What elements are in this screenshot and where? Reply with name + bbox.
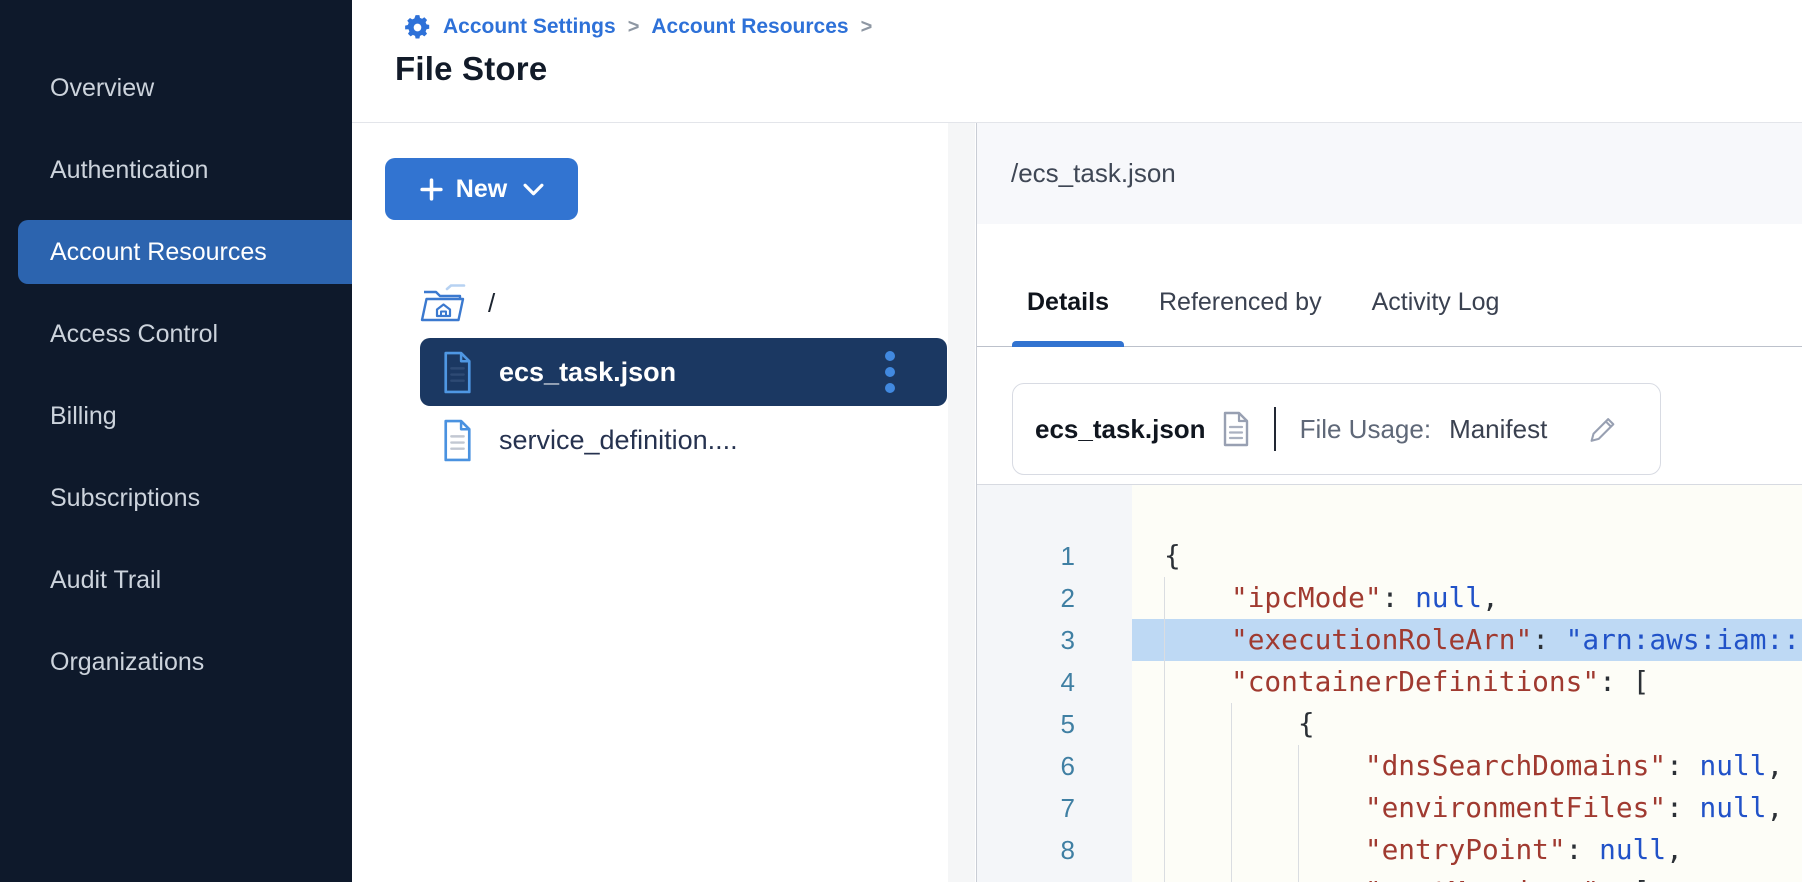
code-line-1[interactable]: { [1132, 535, 1802, 577]
code-line-text: "portMappings": [ [1132, 871, 1649, 882]
file-panel-scrollbar[interactable] [948, 123, 975, 882]
sidebar-item-organizations[interactable]: Organizations [0, 630, 352, 694]
new-button-label: New [456, 175, 507, 204]
line-number: 1 [977, 535, 1132, 577]
line-number: 4 [977, 661, 1132, 703]
indent-guide [1231, 703, 1232, 745]
app-root: OverviewAuthenticationAccount ResourcesA… [0, 0, 1802, 882]
code-line-7[interactable]: "environmentFiles": null, [1132, 787, 1802, 829]
more-vertical-icon[interactable] [881, 347, 899, 397]
breadcrumb-separator: > [861, 16, 873, 39]
file-name: service_definition.... [499, 425, 738, 456]
code-line-5[interactable]: { [1132, 703, 1802, 745]
line-number: 3 [977, 619, 1132, 661]
folder-home-icon [420, 283, 466, 323]
tab-activity-log[interactable]: Activity Log [1357, 258, 1515, 346]
indent-guide [1164, 871, 1165, 882]
code-line-text: "environmentFiles": null, [1132, 787, 1783, 829]
root-folder-label: / [488, 288, 495, 319]
breadcrumb-link-account-resources[interactable]: Account Resources [651, 15, 848, 39]
code-line-text: "entryPoint": null, [1132, 829, 1683, 871]
code-viewer: 123456789 { "ipcMode": null, "executionR… [977, 484, 1802, 882]
file-summary-card: ecs_task.json File Usage: Manifest [1012, 383, 1661, 475]
line-number: 2 [977, 577, 1132, 619]
code-line-text: { [1132, 703, 1315, 745]
new-button[interactable]: New [385, 158, 578, 220]
sidebar-item-access-control[interactable]: Access Control [0, 302, 352, 366]
sidebar-item-audit-trail[interactable]: Audit Trail [0, 548, 352, 612]
root-folder-row[interactable]: / [420, 283, 495, 323]
file-icon [442, 419, 473, 462]
indent-guide [1231, 745, 1232, 787]
vertical-divider [1274, 407, 1276, 451]
code-line-3[interactable]: "executionRoleArn": "arn:aws:iam:: [1132, 619, 1802, 661]
sidebar-item-overview[interactable]: Overview [0, 56, 352, 120]
breadcrumb-link-account-settings[interactable]: Account Settings [443, 15, 616, 39]
page-header: Account Settings > Account Resources > File… [352, 0, 1802, 123]
page-title: File Store [395, 50, 547, 88]
gear-icon [404, 14, 431, 41]
line-number: 6 [977, 745, 1132, 787]
file-row-ecs-task-json[interactable]: ecs_task.json [420, 338, 947, 406]
indent-guide [1231, 829, 1232, 871]
code-line-text: "executionRoleArn": "arn:aws:iam:: [1132, 619, 1800, 661]
sidebar-item-subscriptions[interactable]: Subscriptions [0, 466, 352, 530]
file-icon [442, 351, 473, 394]
indent-guide [1164, 577, 1165, 619]
edit-pencil-icon[interactable] [1585, 412, 1619, 446]
indent-guide [1164, 661, 1165, 703]
line-number: 8 [977, 829, 1132, 871]
indent-guide [1164, 787, 1165, 829]
chevron-down-icon [523, 183, 544, 196]
line-number: 9 [977, 871, 1132, 882]
indent-guide [1164, 745, 1165, 787]
document-icon [1222, 411, 1250, 447]
indent-guide [1164, 703, 1165, 745]
detail-tabs: DetailsReferenced byActivity Log [977, 224, 1802, 347]
code-line-text: "ipcMode": null, [1132, 577, 1499, 619]
tab-referenced-by[interactable]: Referenced by [1144, 258, 1337, 346]
code-line-2[interactable]: "ipcMode": null, [1132, 577, 1802, 619]
indent-guide [1298, 745, 1299, 787]
sidebar-item-billing[interactable]: Billing [0, 384, 352, 448]
code-line-6[interactable]: "dnsSearchDomains": null, [1132, 745, 1802, 787]
file-path-bar: /ecs_task.json [977, 123, 1802, 224]
file-details-panel: /ecs_task.json DetailsReferenced byActiv… [976, 123, 1802, 882]
code-line-text: "containerDefinitions": [ [1132, 661, 1649, 703]
indent-guide [1231, 871, 1232, 882]
indent-guide [1298, 829, 1299, 871]
indent-guide [1164, 619, 1165, 661]
line-number: 7 [977, 787, 1132, 829]
sidebar-nav: Overview Authentication Account Resources A… [0, 0, 352, 882]
code-gutter: 123456789 [977, 485, 1132, 882]
file-usage-value: Manifest [1449, 414, 1547, 445]
tab-details[interactable]: Details [1012, 258, 1124, 346]
file-path: /ecs_task.json [1011, 158, 1176, 189]
indent-guide [1298, 871, 1299, 882]
code-line-text: "dnsSearchDomains": null, [1132, 745, 1783, 787]
file-card-name: ecs_task.json [1035, 414, 1206, 445]
plus-icon [419, 177, 444, 202]
indent-guide [1298, 787, 1299, 829]
file-usage-label: File Usage: [1300, 414, 1432, 445]
breadcrumb-separator: > [628, 16, 640, 39]
sidebar-item-account-resources[interactable]: Account Resources [18, 220, 352, 284]
file-name: ecs_task.json [499, 357, 676, 388]
file-row-service-definition[interactable]: service_definition.... [420, 406, 947, 474]
indent-guide [1164, 829, 1165, 871]
breadcrumb: Account Settings > Account Resources > [404, 10, 872, 44]
code-content: { "ipcMode": null, "executionRoleArn": "… [1132, 485, 1802, 882]
sidebar-item-authentication[interactable]: Authentication [0, 138, 352, 202]
indent-guide [1231, 787, 1232, 829]
code-line-text: { [1132, 535, 1181, 577]
file-list-panel: New / ecs_task.json service_ [352, 123, 976, 882]
line-number: 5 [977, 703, 1132, 745]
code-line-9[interactable]: "portMappings": [ [1132, 871, 1802, 882]
code-line-4[interactable]: "containerDefinitions": [ [1132, 661, 1802, 703]
code-line-8[interactable]: "entryPoint": null, [1132, 829, 1802, 871]
